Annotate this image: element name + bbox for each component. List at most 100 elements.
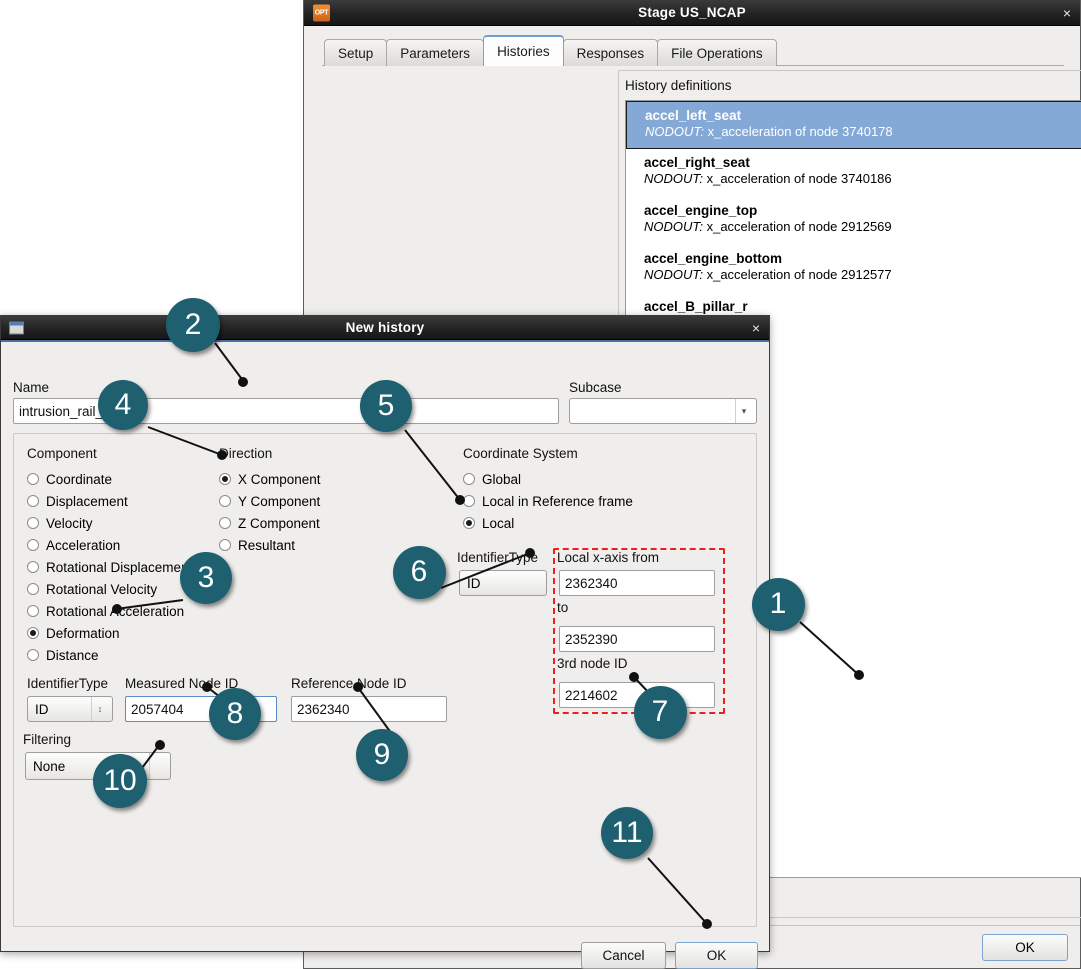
tab-responses[interactable]: Responses <box>562 39 659 66</box>
component-option[interactable]: Displacement <box>27 490 237 512</box>
stage-titlebar: OPT Stage US_NCAP × <box>304 0 1080 26</box>
cs-identifier-type-value: ID <box>467 575 481 591</box>
close-icon[interactable]: × <box>752 321 760 335</box>
cancel-button[interactable]: Cancel <box>581 942 666 969</box>
direction-option[interactable]: Z Component <box>219 512 389 534</box>
ok-button[interactable]: OK <box>675 942 758 969</box>
callout-badge-9: 9 <box>356 729 408 781</box>
tab-parameters[interactable]: Parameters <box>386 39 485 66</box>
coordinate-system-radio-group[interactable]: Global Local in Reference frame Local <box>463 468 713 534</box>
coordinate-system-option[interactable]: Global <box>463 468 713 490</box>
callout-badge-11: 11 <box>601 807 653 859</box>
radio-button-icon[interactable] <box>219 539 231 551</box>
history-list-item[interactable]: accel_right_seat NODOUT: x_acceleration o… <box>626 149 1081 197</box>
history-list-item[interactable]: accel_left_seat NODOUT: x_acceleration of… <box>626 101 1081 149</box>
direction-option-label: X Component <box>238 471 321 487</box>
identifier-type-label: IdentifierType <box>27 676 109 691</box>
coordinate-system-label: Coordinate System <box>463 446 578 461</box>
cs-identifier-type-label: IdentifierType <box>457 550 539 565</box>
identifier-type-value: ID <box>35 701 49 717</box>
to-label: to <box>557 600 569 615</box>
measured-node-id-label: Measured Node ID <box>125 676 239 691</box>
direction-option[interactable]: Resultant <box>219 534 389 556</box>
reference-node-id-input[interactable]: 2362340 <box>291 696 447 722</box>
identifier-type-select[interactable]: ID ↕ <box>27 696 113 722</box>
direction-option[interactable]: Y Component <box>219 490 389 512</box>
callout-badge-4: 4 <box>98 380 148 430</box>
direction-option-label: Y Component <box>238 493 321 509</box>
name-label: Name <box>13 380 50 395</box>
tab-setup[interactable]: Setup <box>324 39 388 66</box>
local-x-axis-from-label: Local x-axis from <box>557 550 660 565</box>
callout-badge-2: 2 <box>166 298 220 352</box>
radio-button-icon[interactable] <box>27 539 39 551</box>
coordinate-system-option[interactable]: Local in Reference frame <box>463 490 713 512</box>
coordinate-system-option-label: Local <box>482 515 515 531</box>
history-item-description: NODOUT: x_acceleration of node 3740178 <box>645 124 893 139</box>
stage-window-title: Stage US_NCAP <box>638 5 746 20</box>
history-item-description: NODOUT: x_acceleration of node 3740186 <box>644 171 892 186</box>
filtering-value: None <box>33 758 66 774</box>
new-history-titlebar: New history × <box>1 316 769 340</box>
component-option-label: Deformation <box>46 625 120 641</box>
history-item-description: NODOUT: x_acceleration of node 2912577 <box>644 267 892 282</box>
radio-button-icon[interactable] <box>219 473 231 485</box>
component-option-label: Distance <box>46 647 99 663</box>
cs-identifier-type-select[interactable]: ID <box>459 570 547 596</box>
component-option-label: Rotational Displacement <box>46 559 193 575</box>
history-item-name: accel_B_pillar_r <box>644 299 748 314</box>
radio-button-icon[interactable] <box>27 649 39 661</box>
direction-option-label: Resultant <box>238 537 296 553</box>
component-label: Component <box>27 446 97 461</box>
subcase-select[interactable]: ▾ <box>569 398 757 424</box>
radio-button-icon[interactable] <box>463 495 475 507</box>
callout-badge-6: 6 <box>392 545 446 599</box>
stage-ok-button[interactable]: OK <box>982 934 1068 961</box>
callout-badge-5: 5 <box>360 380 412 432</box>
window-icon <box>9 321 24 334</box>
radio-button-icon[interactable] <box>463 517 475 529</box>
radio-button-icon[interactable] <box>27 473 39 485</box>
history-item-name: accel_right_seat <box>644 155 750 170</box>
component-option-label: Coordinate <box>46 471 113 487</box>
local-x-axis-from-input[interactable]: 2362340 <box>559 570 715 596</box>
chevron-down-icon <box>149 753 166 779</box>
tab-histories[interactable]: Histories <box>483 35 564 66</box>
radio-button-icon[interactable] <box>27 605 39 617</box>
radio-button-icon[interactable] <box>463 473 475 485</box>
to-input[interactable]: 2352390 <box>559 626 715 652</box>
tab-bar: Setup Parameters Histories Responses Fil… <box>322 34 1064 66</box>
direction-option-label: Z Component <box>238 515 320 531</box>
component-option[interactable]: Distance <box>27 644 237 666</box>
chevron-down-icon: ▾ <box>735 399 752 423</box>
component-option[interactable]: Coordinate <box>27 468 237 490</box>
radio-button-icon[interactable] <box>27 517 39 529</box>
component-option[interactable]: Deformation <box>27 622 237 644</box>
name-input[interactable]: intrusion_rail_l <box>13 398 559 424</box>
close-icon[interactable]: × <box>1063 6 1071 20</box>
subcase-label: Subcase <box>569 380 622 395</box>
history-list-item[interactable]: accel_engine_top NODOUT: x_acceleration o… <box>626 197 1081 245</box>
direction-radio-group[interactable]: X Component Y Component Z Component Resulta… <box>219 468 389 556</box>
callout-badge-8: 8 <box>209 688 261 740</box>
new-history-title: New history <box>345 320 425 335</box>
direction-option[interactable]: X Component <box>219 468 389 490</box>
radio-button-icon[interactable] <box>27 495 39 507</box>
history-item-description: NODOUT: x_acceleration of node 2912569 <box>644 219 892 234</box>
radio-button-icon[interactable] <box>27 583 39 595</box>
component-option-label: Velocity <box>46 515 93 531</box>
callout-badge-10: 10 <box>93 754 147 808</box>
coordinate-system-option[interactable]: Local <box>463 512 713 534</box>
history-list-item[interactable]: accel_engine_bottom NODOUT: x_acceleratio… <box>626 245 1081 293</box>
tab-file-operations[interactable]: File Operations <box>657 39 777 66</box>
chevron-updown-icon: ↕ <box>91 697 108 721</box>
radio-button-icon[interactable] <box>27 561 39 573</box>
history-item-name: accel_engine_bottom <box>644 251 783 266</box>
radio-button-icon[interactable] <box>27 627 39 639</box>
callout-badge-7: 7 <box>633 685 687 739</box>
callout-badge-1: 1 <box>751 577 805 631</box>
radio-button-icon[interactable] <box>219 495 231 507</box>
radio-button-icon[interactable] <box>219 517 231 529</box>
third-node-id-label: 3rd node ID <box>557 656 628 671</box>
component-option[interactable]: Velocity <box>27 512 237 534</box>
